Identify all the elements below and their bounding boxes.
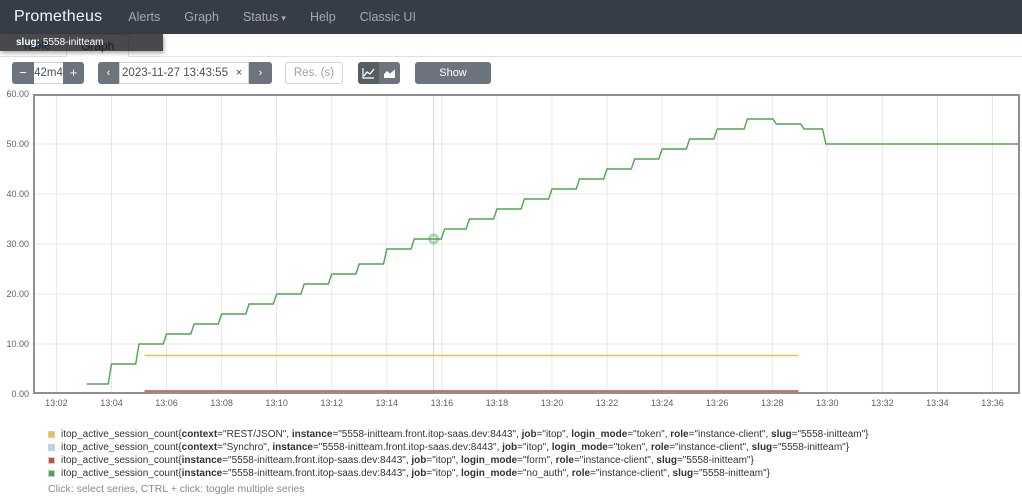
y-tick-label: 20.00 <box>0 289 29 299</box>
legend-item[interactable]: itop_active_session_count{instance="5558… <box>48 467 868 480</box>
show-exemplars-button[interactable]: Show Exemplars <box>415 62 491 84</box>
y-tick-label: 0.00 <box>0 389 29 399</box>
nav-item-alerts[interactable]: Alerts <box>128 10 160 24</box>
y-tick-label: 60.00 <box>0 89 29 99</box>
graph-toolbar: − + ‹ × › Show Exemplars <box>0 62 1022 86</box>
duration-input[interactable] <box>34 62 63 84</box>
x-tick-label: 13:28 <box>752 398 792 408</box>
slug-tooltip-key: slug: <box>16 37 40 48</box>
duration-decrease-button[interactable]: − <box>12 62 34 84</box>
navbar: Prometheus Alerts Graph Status▾ Help Cla… <box>0 0 1022 34</box>
resolution-input[interactable] <box>285 62 343 84</box>
time-back-button[interactable]: ‹ <box>98 62 119 84</box>
legend: itop_active_session_count{context="REST/… <box>48 428 868 480</box>
series-label-text: itop_active_session_count{instance="5558… <box>61 455 754 466</box>
duration-increase-button[interactable]: + <box>63 62 84 84</box>
series-label-text: itop_active_session_count{context="Synch… <box>61 442 849 453</box>
brand-prometheus[interactable]: Prometheus <box>14 8 102 26</box>
time-forward-button[interactable]: › <box>249 62 272 84</box>
x-tick-label: 13:08 <box>202 398 242 408</box>
graph-plot-area[interactable] <box>33 94 1020 394</box>
stacked-chart-icon <box>383 65 396 80</box>
x-tick-label: 13:12 <box>312 398 352 408</box>
chevron-down-icon: ▾ <box>281 13 286 23</box>
x-tick-label: 13:36 <box>972 398 1012 408</box>
legend-hint-text: Click: select series, CTRL + click: togg… <box>48 483 305 495</box>
end-time-input[interactable] <box>119 62 249 84</box>
series-color-swatch <box>48 444 55 451</box>
x-tick-label: 13:18 <box>477 398 517 408</box>
nav-item-status[interactable]: Status▾ <box>243 10 286 24</box>
legend-item[interactable]: itop_active_session_count{context="Synch… <box>48 441 868 454</box>
x-tick-label: 13:34 <box>917 398 957 408</box>
y-tick-label: 40.00 <box>0 189 29 199</box>
x-tick-label: 13:02 <box>36 398 76 408</box>
x-tick-label: 13:24 <box>642 398 682 408</box>
line-chart-icon <box>362 65 375 80</box>
y-tick-label: 50.00 <box>0 139 29 149</box>
x-tick-label: 13:22 <box>587 398 627 408</box>
nav-item-help[interactable]: Help <box>310 10 336 24</box>
series-color-swatch <box>48 431 55 438</box>
series-color-swatch <box>48 470 55 477</box>
x-tick-label: 13:06 <box>147 398 187 408</box>
nav-item-classic-ui[interactable]: Classic UI <box>360 10 416 24</box>
clear-time-icon[interactable]: × <box>232 66 246 80</box>
x-tick-label: 13:32 <box>862 398 902 408</box>
x-tick-label: 13:10 <box>257 398 297 408</box>
x-tick-label: 13:26 <box>697 398 737 408</box>
timeseries-chart <box>33 94 1020 394</box>
x-tick-label: 13:16 <box>422 398 462 408</box>
nav-item-graph[interactable]: Graph <box>184 10 219 24</box>
legend-item[interactable]: itop_active_session_count{context="REST/… <box>48 428 868 441</box>
slug-tooltip-value: 5558-initteam <box>43 37 104 48</box>
x-tick-label: 13:14 <box>367 398 407 408</box>
legend-item[interactable]: itop_active_session_count{instance="5558… <box>48 454 868 467</box>
series-color-swatch <box>48 457 55 464</box>
x-tick-label: 13:30 <box>807 398 847 408</box>
y-tick-label: 30.00 <box>0 239 29 249</box>
series-label-text: itop_active_session_count{context="REST/… <box>61 429 868 440</box>
stacked-chart-toggle-button[interactable] <box>379 62 400 84</box>
x-tick-label: 13:04 <box>91 398 131 408</box>
series-label-text: itop_active_session_count{instance="5558… <box>61 468 770 479</box>
y-tick-label: 10.00 <box>0 339 29 349</box>
slug-tooltip: slug:5558-initteam <box>0 34 163 51</box>
line-chart-toggle-button[interactable] <box>358 62 379 84</box>
x-tick-label: 13:20 <box>532 398 572 408</box>
prometheus-screen: Prometheus Alerts Graph Status▾ Help Cla… <box>0 0 1022 500</box>
